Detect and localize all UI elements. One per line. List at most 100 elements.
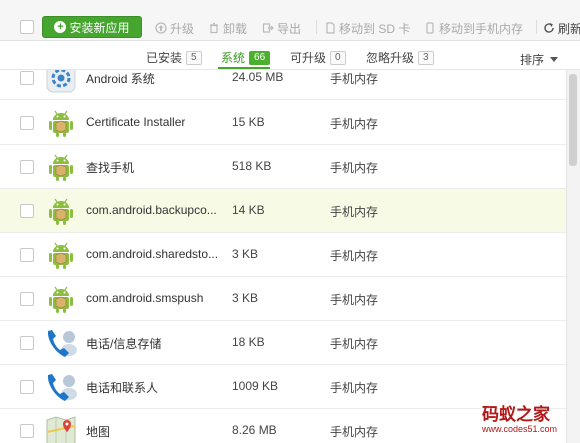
app-size: 14 KB xyxy=(232,203,265,217)
move-to-sd-label: 移动到 SD 卡 xyxy=(339,21,411,36)
refresh-label: 刷新 xyxy=(558,21,580,36)
install-button-label: 安装新应用 xyxy=(69,20,130,35)
tab-label: 系统 xyxy=(221,51,246,65)
android-icon xyxy=(49,110,73,137)
upgrade-button[interactable]: 升级 xyxy=(155,20,194,36)
phone-memory-icon xyxy=(426,22,434,34)
refresh-button[interactable]: 刷新 xyxy=(543,20,580,36)
row-checkbox[interactable] xyxy=(20,292,34,306)
tab-label: 已安装 xyxy=(146,51,183,65)
watermark: 码蚁之家 www.codes51.com xyxy=(482,400,576,440)
app-size: 8.26 MB xyxy=(232,423,277,437)
toolbar-divider xyxy=(536,20,537,34)
android-icon xyxy=(49,154,73,181)
uninstall-label: 卸载 xyxy=(223,21,248,36)
app-location: 手机内存 xyxy=(330,425,379,439)
refresh-icon xyxy=(544,23,554,33)
vertical-scrollbar[interactable] xyxy=(566,70,580,443)
app-location: 手机内存 xyxy=(330,293,379,307)
app-list: Android 系统 24.05 MB 手机内存 Certificate Ins… xyxy=(0,70,566,443)
app-row[interactable]: com.android.sharedsto... 3 KB 手机内存 xyxy=(0,233,566,277)
upgrade-label: 升级 xyxy=(170,21,195,36)
count-badge: 3 xyxy=(418,50,434,65)
row-checkbox[interactable] xyxy=(20,71,34,85)
trash-icon xyxy=(210,22,218,34)
count-badge: 0 xyxy=(330,50,346,65)
app-name: com.android.sharedsto... xyxy=(86,247,219,261)
phone-contact-icon xyxy=(47,330,77,357)
app-size: 24.05 MB xyxy=(232,70,284,84)
count-badge: 66 xyxy=(249,50,271,65)
tab-installed[interactable]: 已安装 5 xyxy=(146,49,202,66)
tab-ignored-upgrades[interactable]: 忽略升级 3 xyxy=(366,49,434,66)
app-name: 查找手机 xyxy=(86,161,135,175)
android-icon xyxy=(49,198,73,225)
row-checkbox[interactable] xyxy=(20,160,34,174)
move-to-phone-label: 移动到手机内存 xyxy=(439,21,524,36)
toolbar-divider xyxy=(316,20,317,34)
app-row[interactable]: com.android.smspush 3 KB 手机内存 xyxy=(0,277,566,321)
app-location: 手机内存 xyxy=(330,249,379,263)
export-button[interactable]: 导出 xyxy=(262,20,301,36)
export-label: 导出 xyxy=(277,21,302,36)
app-size: 3 KB xyxy=(232,291,259,305)
app-name: com.android.backupco... xyxy=(86,203,217,217)
plus-icon: + xyxy=(54,21,67,33)
tab-upgradable[interactable]: 可升级 0 xyxy=(290,49,346,66)
app-name: 电话和联系人 xyxy=(86,381,159,395)
row-checkbox[interactable] xyxy=(20,116,34,130)
app-name: Certificate Installer xyxy=(86,115,186,129)
app-row[interactable]: com.android.backupco... 14 KB 手机内存 xyxy=(0,189,566,233)
select-all-checkbox[interactable] xyxy=(20,20,34,34)
upgrade-icon xyxy=(155,22,167,34)
row-checkbox[interactable] xyxy=(20,380,34,394)
app-row[interactable]: 查找手机 518 KB 手机内存 xyxy=(0,145,566,189)
app-size: 15 KB xyxy=(232,115,265,129)
row-checkbox[interactable] xyxy=(20,424,34,438)
scrollbar-thumb[interactable] xyxy=(569,74,577,166)
active-tab-indicator xyxy=(218,67,270,69)
tab-bar: 已安装 5 系统 66 可升级 0 忽略升级 3 排序 xyxy=(0,41,580,70)
count-badge: 5 xyxy=(186,50,202,65)
row-checkbox[interactable] xyxy=(20,248,34,262)
export-icon xyxy=(262,23,274,33)
tab-label: 忽略升级 xyxy=(366,51,415,65)
install-new-app-button[interactable]: + 安装新应用 xyxy=(42,16,142,38)
tab-system[interactable]: 系统 66 xyxy=(221,49,271,66)
app-location: 手机内存 xyxy=(330,205,379,219)
sort-label: 排序 xyxy=(519,53,544,67)
app-location: 手机内存 xyxy=(330,72,379,86)
app-size: 518 KB xyxy=(232,159,272,173)
watermark-title: 码蚁之家 xyxy=(482,405,550,425)
android-icon xyxy=(49,286,73,313)
app-name: 地图 xyxy=(86,425,111,439)
app-name: Android 系统 xyxy=(86,72,155,86)
uninstall-button[interactable]: 卸载 xyxy=(208,20,247,36)
chevron-down-icon xyxy=(550,57,558,62)
app-name: com.android.smspush xyxy=(86,291,204,305)
settings-gear-icon xyxy=(46,70,76,93)
app-name: 电话/信息存储 xyxy=(86,337,162,351)
app-size: 3 KB xyxy=(232,247,259,261)
app-location: 手机内存 xyxy=(330,161,379,175)
move-to-sd-button[interactable]: 移动到 SD 卡 xyxy=(324,20,410,36)
watermark-url: www.codes51.com xyxy=(482,424,558,434)
app-row[interactable]: Android 系统 24.05 MB 手机内存 xyxy=(0,70,566,100)
android-icon xyxy=(49,242,73,269)
sd-card-icon xyxy=(326,22,335,34)
app-row[interactable]: 电话/信息存储 18 KB 手机内存 xyxy=(0,321,566,365)
app-location: 手机内存 xyxy=(330,381,379,395)
phone-contact-icon xyxy=(47,374,77,401)
row-checkbox[interactable] xyxy=(20,336,34,350)
sort-dropdown[interactable]: 排序 xyxy=(520,51,558,68)
app-row[interactable]: Certificate Installer 15 KB 手机内存 xyxy=(0,101,566,145)
app-location: 手机内存 xyxy=(330,117,379,131)
app-size: 18 KB xyxy=(232,335,265,349)
row-checkbox[interactable] xyxy=(20,204,34,218)
app-size: 1009 KB xyxy=(232,379,279,393)
tab-label: 可升级 xyxy=(290,51,327,65)
move-to-phone-button[interactable]: 移动到手机内存 xyxy=(424,20,523,36)
map-icon xyxy=(46,416,76,443)
app-location: 手机内存 xyxy=(330,337,379,351)
toolbar: + 安装新应用 升级 卸载 导出 移动到 SD 卡 移动到手机内存 刷新 xyxy=(0,0,580,41)
